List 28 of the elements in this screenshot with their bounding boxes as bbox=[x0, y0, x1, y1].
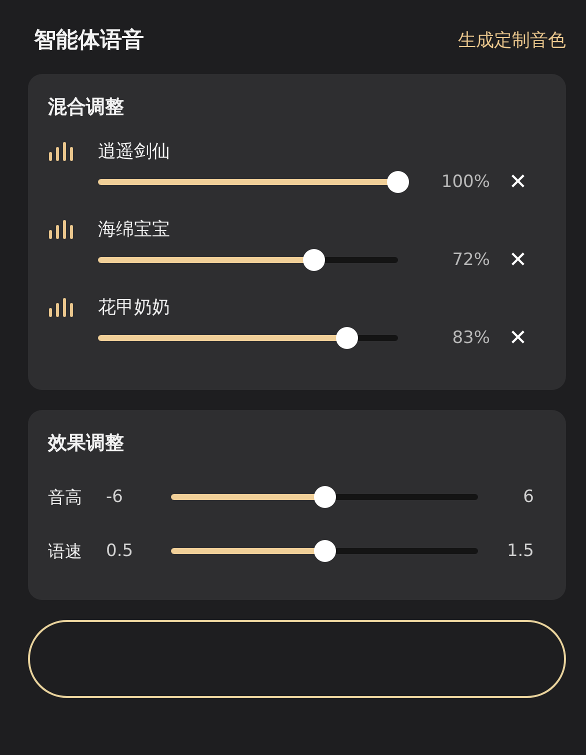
page-title: 智能体语音 bbox=[34, 26, 144, 55]
effect-label: 音高 bbox=[48, 486, 83, 508]
remove-button[interactable]: ✕ bbox=[504, 170, 532, 194]
voice-percent: 100% bbox=[440, 172, 490, 192]
remove-button[interactable]: ✕ bbox=[504, 326, 532, 350]
sound-bars-icon bbox=[48, 219, 74, 239]
max-value: 6 bbox=[522, 487, 535, 507]
voice-name: 海绵宝宝 bbox=[98, 218, 171, 241]
slider-thumb[interactable] bbox=[314, 486, 336, 508]
remove-button[interactable]: ✕ bbox=[504, 248, 532, 272]
create-voice-link[interactable]: 生成定制音色 bbox=[458, 28, 566, 52]
voice-percent: 72% bbox=[451, 250, 490, 270]
action-button[interactable] bbox=[28, 620, 566, 698]
max-value: 1.5 bbox=[506, 541, 535, 561]
slider-thumb[interactable] bbox=[314, 540, 336, 562]
effect-label: 语速 bbox=[48, 540, 83, 562]
slider-thumb[interactable] bbox=[336, 327, 358, 349]
slider-thumb[interactable] bbox=[387, 171, 409, 193]
sound-bars-icon bbox=[48, 297, 74, 317]
voice-name: 逍遥剑仙 bbox=[98, 140, 171, 163]
min-value: 0.5 bbox=[106, 541, 134, 561]
slider-thumb[interactable] bbox=[303, 249, 325, 271]
section-title: 混合调整 bbox=[48, 95, 125, 120]
min-value: -6 bbox=[106, 487, 124, 507]
voice-percent: 83% bbox=[451, 328, 490, 348]
voice-name: 花甲奶奶 bbox=[98, 296, 171, 319]
sound-bars-icon bbox=[48, 141, 74, 161]
section-title: 效果调整 bbox=[48, 431, 125, 456]
